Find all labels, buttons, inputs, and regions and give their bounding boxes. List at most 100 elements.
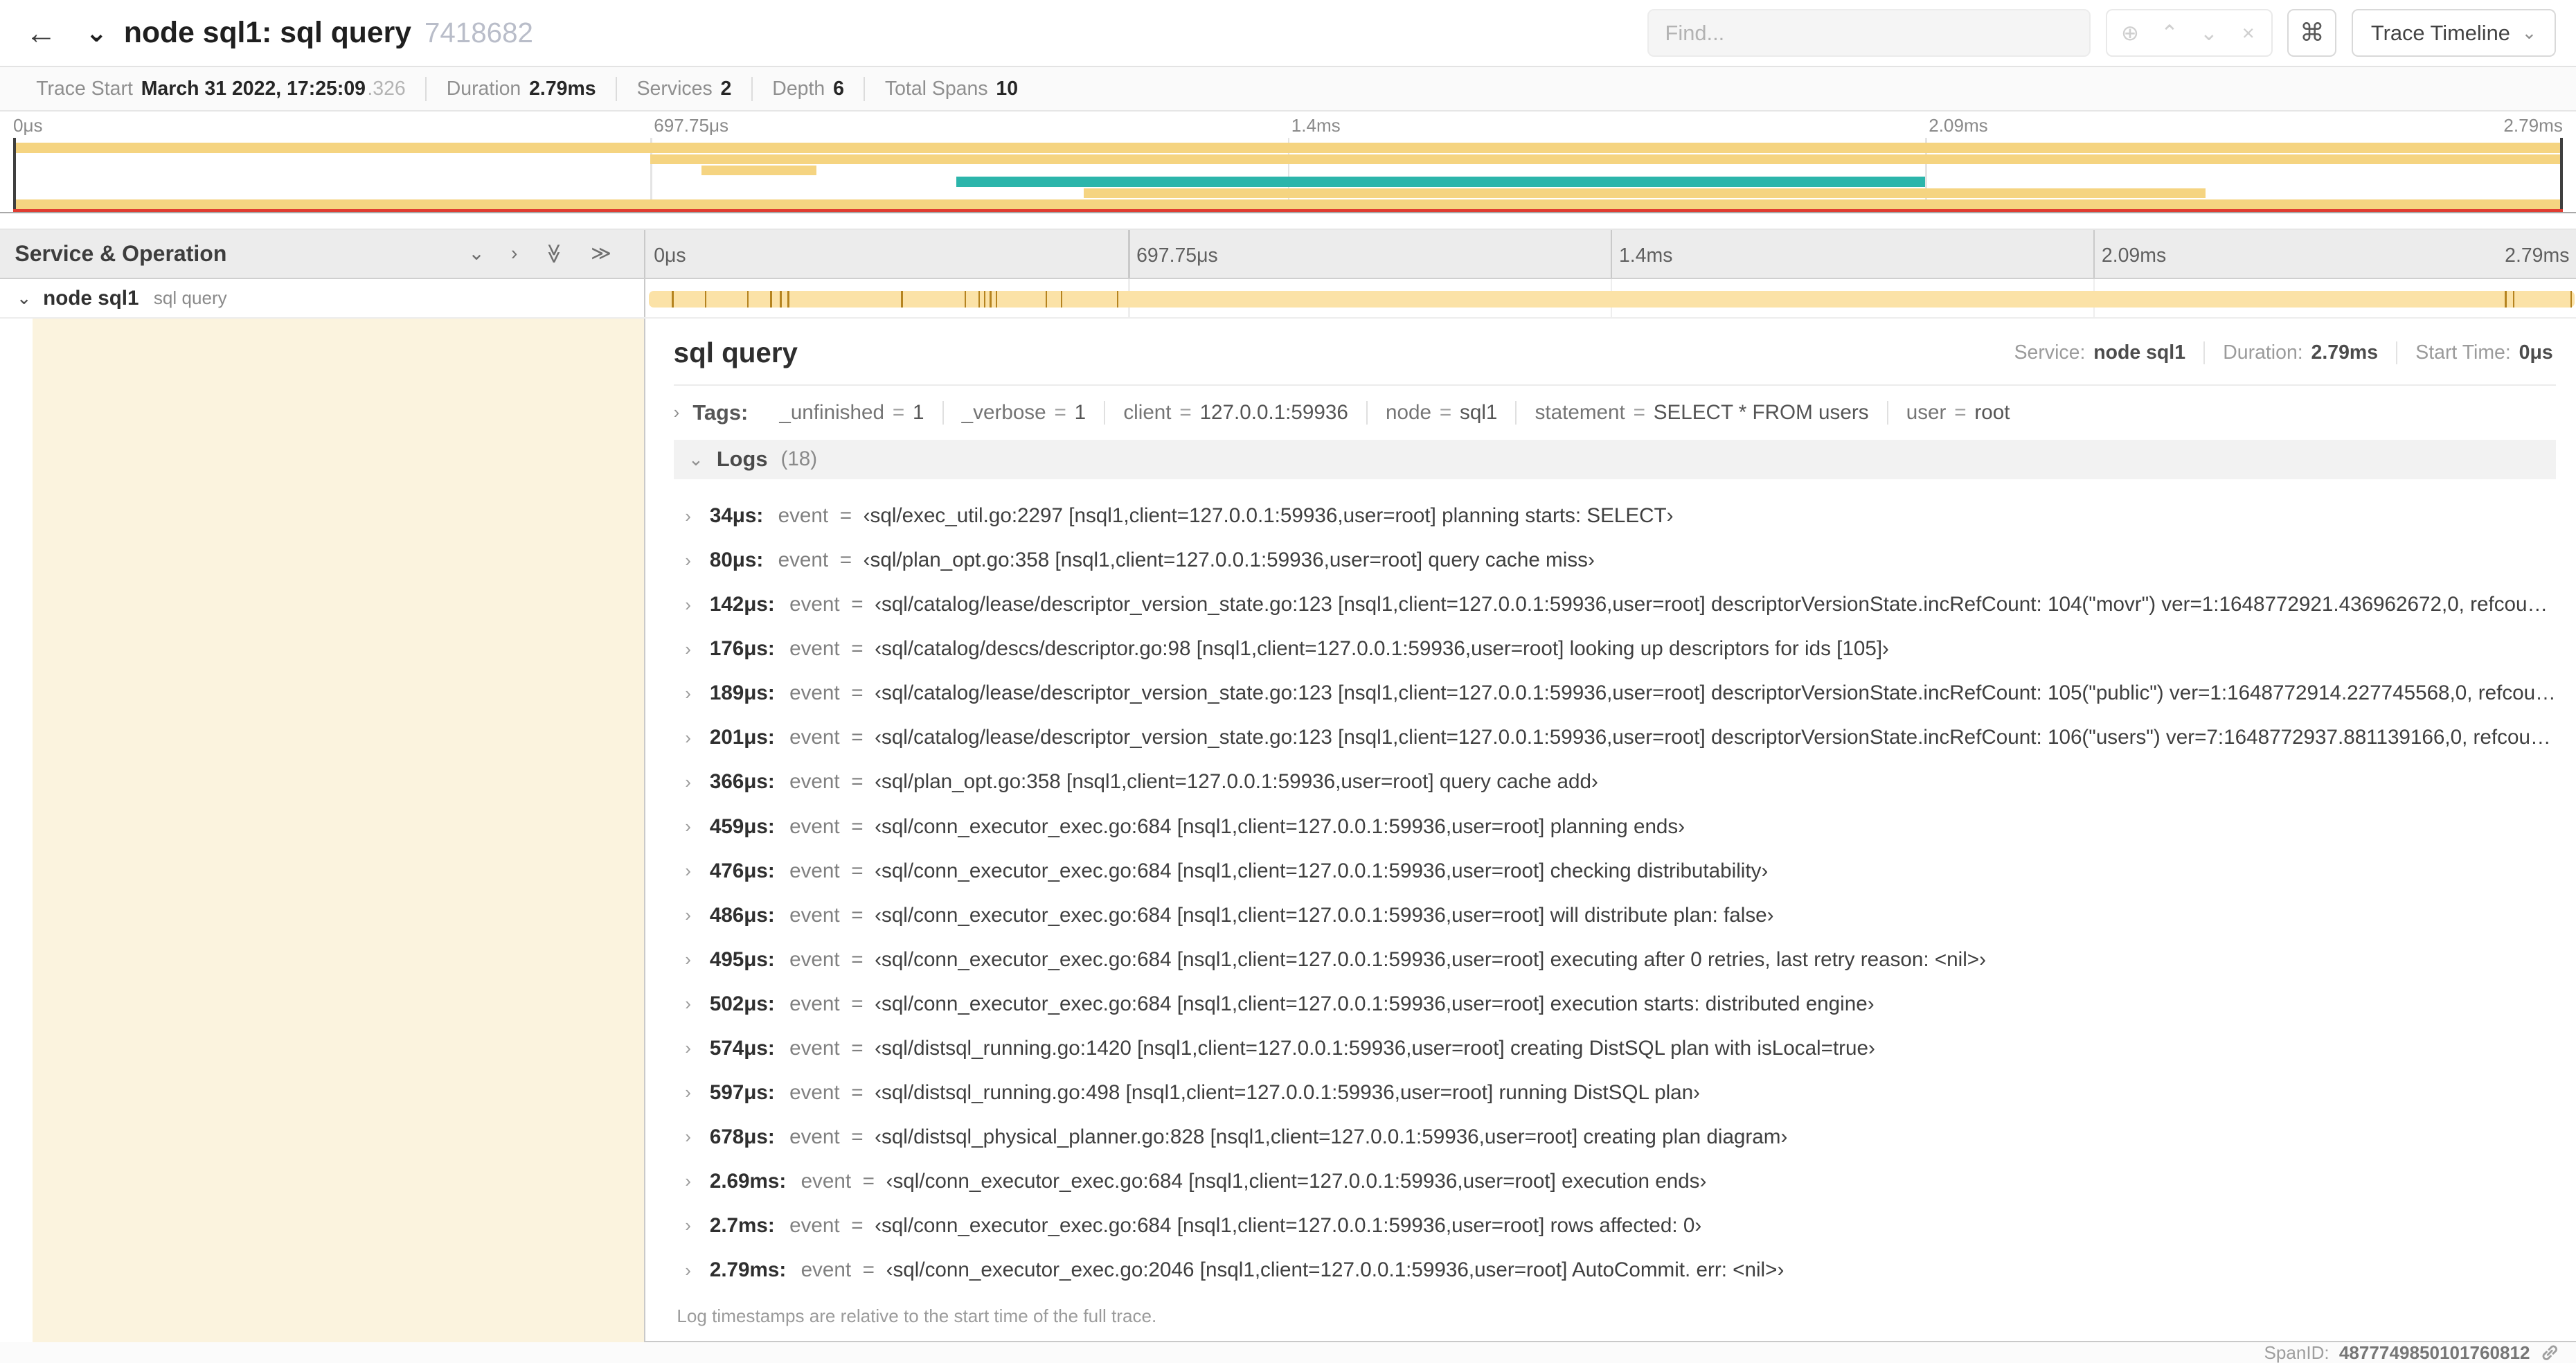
tag-key: client: [1123, 400, 1172, 424]
trace-id: 7418682: [424, 17, 533, 49]
minimap-tick-label: 697.75μs: [654, 115, 729, 136]
summary-item: Duration 2.79ms: [427, 76, 618, 102]
summary-label: Total Spans: [884, 77, 988, 100]
log-field: event: [789, 992, 840, 1015]
log-expand-icon[interactable]: ›: [685, 772, 698, 793]
log-entry[interactable]: › 176μs: event = ‹sql/catalog/descs/desc…: [685, 627, 2556, 671]
log-entry[interactable]: › 459μs: event = ‹sql/conn_executor_exec…: [685, 805, 2556, 849]
log-entry[interactable]: › 142μs: event = ‹sql/catalog/lease/desc…: [685, 582, 2556, 627]
log-expand-icon[interactable]: ›: [685, 550, 698, 571]
log-expand-icon[interactable]: ›: [685, 683, 698, 704]
search-focus-button[interactable]: ⊕: [2110, 11, 2149, 55]
log-entry[interactable]: › 495μs: event = ‹sql/conn_executor_exec…: [685, 938, 2556, 982]
span-row[interactable]: ⌄ node sql1 sql query: [0, 279, 2576, 319]
collapse-all-icon[interactable]: ≫: [543, 244, 565, 265]
log-entry[interactable]: › 574μs: event = ‹sql/distsql_running.go…: [685, 1026, 2556, 1071]
log-expand-icon[interactable]: ›: [685, 1082, 698, 1103]
log-expand-icon[interactable]: ›: [685, 1260, 698, 1281]
log-entry[interactable]: › 502μs: event = ‹sql/conn_executor_exec…: [685, 982, 2556, 1026]
log-expand-icon[interactable]: ›: [685, 1170, 698, 1192]
keyboard-shortcuts-button[interactable]: ⌘: [2287, 9, 2337, 57]
tree-controls: ⌄ › ≫ ≫: [468, 244, 638, 265]
log-entry[interactable]: › 597μs: event = ‹sql/distsql_running.go…: [685, 1071, 2556, 1115]
minimap-canvas[interactable]: [12, 138, 2563, 213]
minimap-critical-line: [12, 208, 2563, 213]
equals-sign: =: [851, 992, 864, 1015]
log-expand-icon[interactable]: ›: [685, 949, 698, 970]
timeline-minimap[interactable]: 0μs 697.75μs 1.4ms 2.09ms 2.79ms: [0, 112, 2576, 214]
span-timeline-cell[interactable]: [645, 279, 2576, 318]
log-marker-tick: [2505, 290, 2507, 308]
tags-expand-icon[interactable]: ›: [674, 402, 680, 423]
minimap-right-handle[interactable]: [2560, 138, 2563, 213]
meta-label: Duration:: [2223, 341, 2303, 364]
tag-key: _unfinished: [779, 400, 884, 424]
log-entry[interactable]: › 189μs: event = ‹sql/catalog/lease/desc…: [685, 671, 2556, 715]
log-entry[interactable]: › 201μs: event = ‹sql/catalog/lease/desc…: [685, 715, 2556, 760]
link-icon[interactable]: [2540, 1343, 2559, 1362]
back-button[interactable]: ←: [17, 8, 66, 57]
logs-title: Logs: [716, 447, 768, 472]
expand-one-icon[interactable]: ›: [511, 244, 517, 263]
next-match-button[interactable]: ⌄: [2189, 11, 2228, 55]
log-value: ‹sql/plan_opt.go:358 [nsql1,client=127.0…: [875, 770, 1598, 794]
log-field: event: [800, 1258, 852, 1281]
tag-item[interactable]: _verbose = 1: [944, 400, 1106, 425]
minimap-left-handle[interactable]: [12, 138, 16, 213]
log-entry[interactable]: › 2.69ms: event = ‹sql/conn_executor_exe…: [685, 1159, 2556, 1204]
log-value: ‹sql/conn_executor_exec.go:2046 [nsql1,c…: [886, 1258, 1785, 1281]
log-expand-icon[interactable]: ›: [685, 727, 698, 749]
span-tree-item[interactable]: ⌄ node sql1 sql query: [0, 279, 646, 318]
tag-item[interactable]: user = root: [1888, 401, 2028, 425]
logs-collapse-icon[interactable]: ⌄: [688, 449, 704, 470]
summary-value: 10: [996, 77, 1019, 100]
collapse-trace-header-icon[interactable]: ⌄: [85, 17, 107, 48]
minimap-tick-labels: 0μs 697.75μs 1.4ms 2.09ms 2.79ms: [13, 112, 2563, 138]
log-entry[interactable]: › 678μs: event = ‹sql/distsql_physical_p…: [685, 1115, 2556, 1159]
log-field: event: [789, 859, 840, 882]
log-expand-icon[interactable]: ›: [685, 594, 698, 616]
log-expand-icon[interactable]: ›: [685, 860, 698, 882]
tag-item[interactable]: statement = SELECT * FROM users: [1517, 400, 1888, 425]
summary-item: Trace Start March 31 2022, 17:25:09 .326: [17, 76, 427, 102]
log-entry[interactable]: › 486μs: event = ‹sql/conn_executor_exec…: [685, 893, 2556, 938]
log-expand-icon[interactable]: ›: [685, 639, 698, 660]
tag-value: root: [1974, 400, 2010, 424]
log-timestamp: 176μs:: [709, 637, 775, 661]
log-expand-icon[interactable]: ›: [685, 905, 698, 926]
log-entry[interactable]: › 2.7ms: event = ‹sql/conn_executor_exec…: [685, 1204, 2556, 1248]
logs-header[interactable]: ⌄ Logs (18): [673, 439, 2557, 479]
log-entry[interactable]: › 476μs: event = ‹sql/conn_executor_exec…: [685, 849, 2556, 893]
log-entry[interactable]: › 80μs: event = ‹sql/plan_opt.go:358 [ns…: [685, 538, 2556, 582]
log-expand-icon[interactable]: ›: [685, 506, 698, 527]
collapse-one-icon[interactable]: ⌄: [468, 244, 485, 263]
expand-all-icon[interactable]: ≫: [591, 244, 611, 263]
log-entry[interactable]: › 366μs: event = ‹sql/plan_opt.go:358 [n…: [685, 760, 2556, 804]
tag-item[interactable]: client = 127.0.0.1:59936: [1105, 400, 1368, 425]
log-timestamp: 142μs:: [709, 593, 775, 616]
tag-item[interactable]: _unfinished = 1: [761, 400, 944, 425]
ruler-gridline: [1128, 229, 1130, 278]
log-expand-icon[interactable]: ›: [685, 1215, 698, 1236]
search-toolbar: ⊕ ⌃ ⌄ ×: [2105, 9, 2273, 57]
log-expand-icon[interactable]: ›: [685, 1126, 698, 1148]
tag-item[interactable]: node = sql1: [1368, 400, 1517, 425]
log-entry[interactable]: › 2.79ms: event = ‹sql/conn_executor_exe…: [685, 1248, 2556, 1292]
log-expand-icon[interactable]: ›: [685, 816, 698, 837]
ruler-tick-label: 0μs: [654, 244, 686, 267]
log-entry[interactable]: › 34μs: event = ‹sql/exec_util.go:2297 […: [685, 494, 2556, 538]
find-input[interactable]: [1647, 9, 2091, 57]
trace-view-dropdown[interactable]: Trace Timeline ⌄: [2351, 9, 2557, 57]
span-duration-bar[interactable]: [649, 290, 2575, 308]
equals-sign: =: [851, 1213, 864, 1237]
prev-match-button[interactable]: ⌃: [2149, 11, 2189, 55]
span-collapse-icon[interactable]: ⌄: [17, 287, 32, 309]
summary-value-fraction: .326: [367, 77, 406, 100]
span-operation-name: sql query: [153, 287, 227, 309]
log-timestamp: 495μs:: [709, 947, 775, 971]
tags-row[interactable]: › Tags: _unfinished = 1 _verbose = 1 cli…: [674, 391, 2557, 435]
minimap-tick-label: 2.09ms: [1929, 115, 1988, 136]
log-expand-icon[interactable]: ›: [685, 1037, 698, 1059]
clear-search-button[interactable]: ×: [2228, 11, 2268, 55]
log-expand-icon[interactable]: ›: [685, 993, 698, 1015]
